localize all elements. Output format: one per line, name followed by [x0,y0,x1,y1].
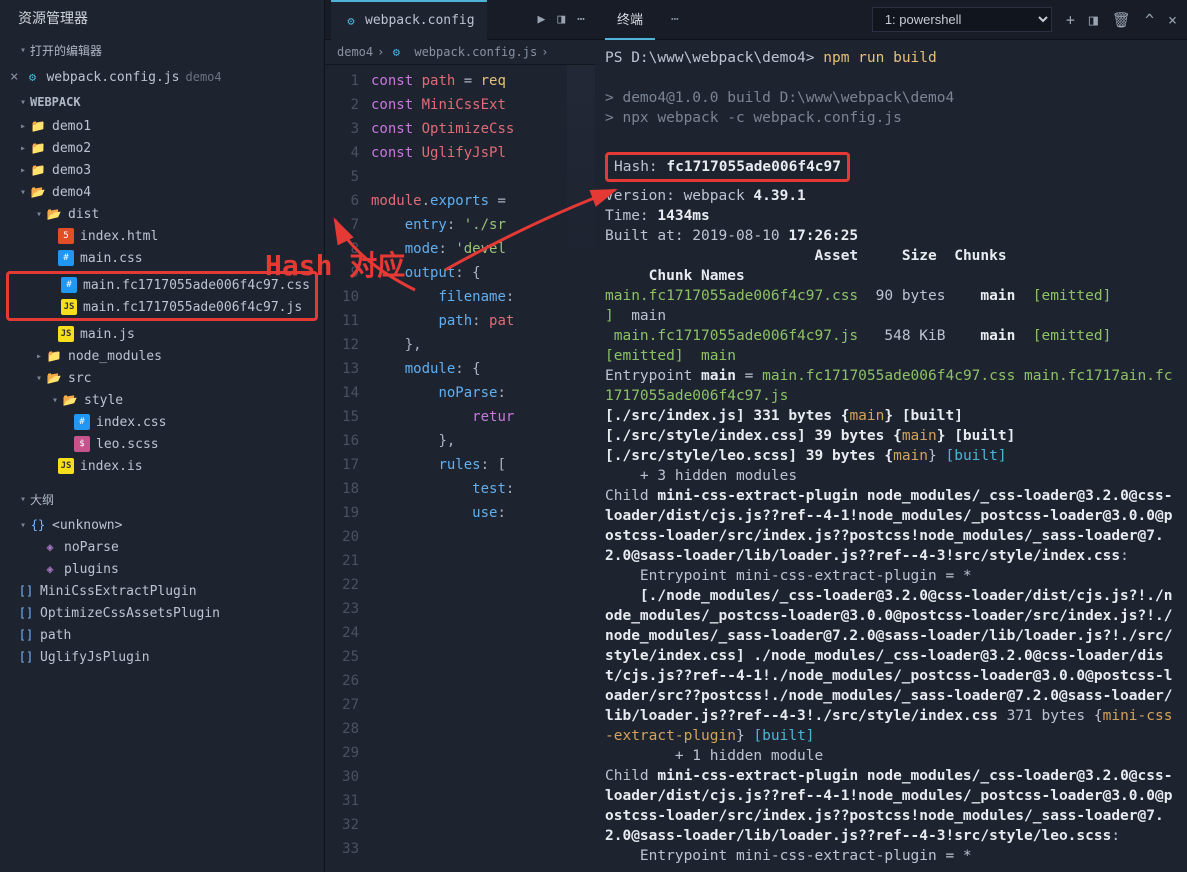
editor-tab[interactable]: ⚙ webpack.config [331,0,487,40]
open-editor-folder: demo4 [186,70,222,84]
folder-demo1[interactable]: ▸📁demo1 [0,115,324,137]
outline-plugins[interactable]: ◈plugins [0,558,324,580]
breadcrumb[interactable]: demo4 › ⚙ webpack.config.js › [325,40,595,65]
folder-src[interactable]: ▾📂src [0,367,324,389]
folder-demo4[interactable]: ▾📂demo4 [0,181,324,203]
maximize-icon[interactable]: ^ [1145,11,1154,29]
outline-path[interactable]: []path [0,624,324,646]
file-index-is[interactable]: JSindex.is [0,455,324,477]
close-panel-icon[interactable]: × [1168,11,1177,29]
split-terminal-icon[interactable]: ◨ [1089,11,1098,29]
terminal-tab[interactable]: 终端 [605,0,655,40]
folder-icon: 📁 [30,140,46,156]
folder-open-icon: 📂 [62,392,78,408]
more-icon[interactable]: ⋯ [577,12,585,27]
config-icon: ⚙ [388,44,404,60]
explorer-title: 资源管理器 [0,0,324,36]
folder-demo3[interactable]: ▸📁demo3 [0,159,324,181]
outline-uglify[interactable]: []UglifyJsPlugin [0,646,324,668]
folder-open-icon: 📂 [46,370,62,386]
close-icon[interactable]: × [10,69,18,85]
open-editor-filename: webpack.config.js [46,70,179,85]
terminal-selector[interactable]: 1: powershell [872,7,1052,32]
scss-icon: $ [74,436,90,452]
folder-style[interactable]: ▾📂style [0,389,324,411]
folder-icon: 📁 [30,118,46,134]
code-editor[interactable]: 1234567891011121314151617181920212223242… [325,65,595,872]
brackets-icon: [] [18,583,34,599]
folder-dist[interactable]: ▾📂dist [0,203,324,225]
folder-open-icon: 📂 [46,206,62,222]
file-index-html[interactable]: 5index.html [0,225,324,247]
config-icon: ⚙ [343,13,359,29]
js-icon: JS [61,299,77,315]
terminal-header: 终端 ⋯ 1: powershell + ◨ 🗑 ^ × [595,0,1187,40]
tab-label: webpack.config [365,13,475,28]
explorer-sidebar: 资源管理器 ▾打开的编辑器 × ⚙ webpack.config.js demo… [0,0,325,872]
css-icon: # [61,277,77,293]
terminal-body[interactable]: PS D:\www\webpack\demo4> npm run build >… [595,40,1187,872]
folder-icon: 📁 [46,348,62,364]
cube-icon: ◈ [42,539,58,555]
css-icon: # [58,250,74,266]
open-editors-section[interactable]: ▾打开的编辑器 [0,36,324,65]
js-icon: JS [58,458,74,474]
folder-node-modules[interactable]: ▸📁node_modules [0,345,324,367]
annotation-redbox-files: #main.fc1717055ade006f4c97.css JSmain.fc… [6,271,318,321]
outline-section[interactable]: ▾大纲 [0,485,324,514]
file-main-hash-js[interactable]: JSmain.fc1717055ade006f4c97.js [9,296,315,318]
minimap[interactable] [567,65,595,265]
line-gutter: 1234567891011121314151617181920212223242… [325,65,371,872]
outline-unknown[interactable]: ▾{}<unknown> [0,514,324,536]
file-leo-scss[interactable]: $leo.scss [0,433,324,455]
outline-minicss[interactable]: []MiniCssExtractPlugin [0,580,324,602]
folder-icon: 📁 [30,162,46,178]
outline-optcss[interactable]: []OptimizeCssAssetsPlugin [0,602,324,624]
brackets-icon: [] [18,605,34,621]
new-terminal-icon[interactable]: + [1066,11,1075,29]
outline-tree: ▾{}<unknown> ◈noParse ◈plugins []MiniCss… [0,514,324,668]
file-index-css[interactable]: #index.css [0,411,324,433]
kill-terminal-icon[interactable]: 🗑 [1112,11,1131,29]
workspace-section[interactable]: ▾WEBPACK [0,89,324,115]
terminal-pane: 终端 ⋯ 1: powershell + ◨ 🗑 ^ × PS D:\www\w… [595,0,1187,872]
folder-open-icon: 📂 [30,184,46,200]
code-body[interactable]: const path = reqconst MiniCssExtconst Op… [371,65,595,872]
cube-icon: ◈ [42,561,58,577]
editor-tabbar: ⚙ webpack.config ▶ ◨ ⋯ [325,0,595,40]
split-icon[interactable]: ◨ [557,12,565,27]
js-icon: JS [58,326,74,342]
file-tree: ▸📁demo1 ▸📁demo2 ▸📁demo3 ▾📂demo4 ▾📂dist 5… [0,115,324,477]
file-main-js[interactable]: JSmain.js [0,323,324,345]
folder-demo2[interactable]: ▸📁demo2 [0,137,324,159]
css-icon: # [74,414,90,430]
brackets-icon: [] [18,649,34,665]
file-main-hash-css[interactable]: #main.fc1717055ade006f4c97.css [9,274,315,296]
brackets-icon: {} [30,517,46,533]
editor-pane: ⚙ webpack.config ▶ ◨ ⋯ demo4 › ⚙ webpack… [325,0,595,872]
config-icon: ⚙ [24,69,40,85]
run-icon[interactable]: ▶ [538,12,546,27]
brackets-icon: [] [18,627,34,643]
file-main-css[interactable]: #main.css [0,247,324,269]
open-editor-item[interactable]: × ⚙ webpack.config.js demo4 [0,65,324,89]
more-icon[interactable]: ⋯ [671,12,679,27]
outline-noparse[interactable]: ◈noParse [0,536,324,558]
html-icon: 5 [58,228,74,244]
